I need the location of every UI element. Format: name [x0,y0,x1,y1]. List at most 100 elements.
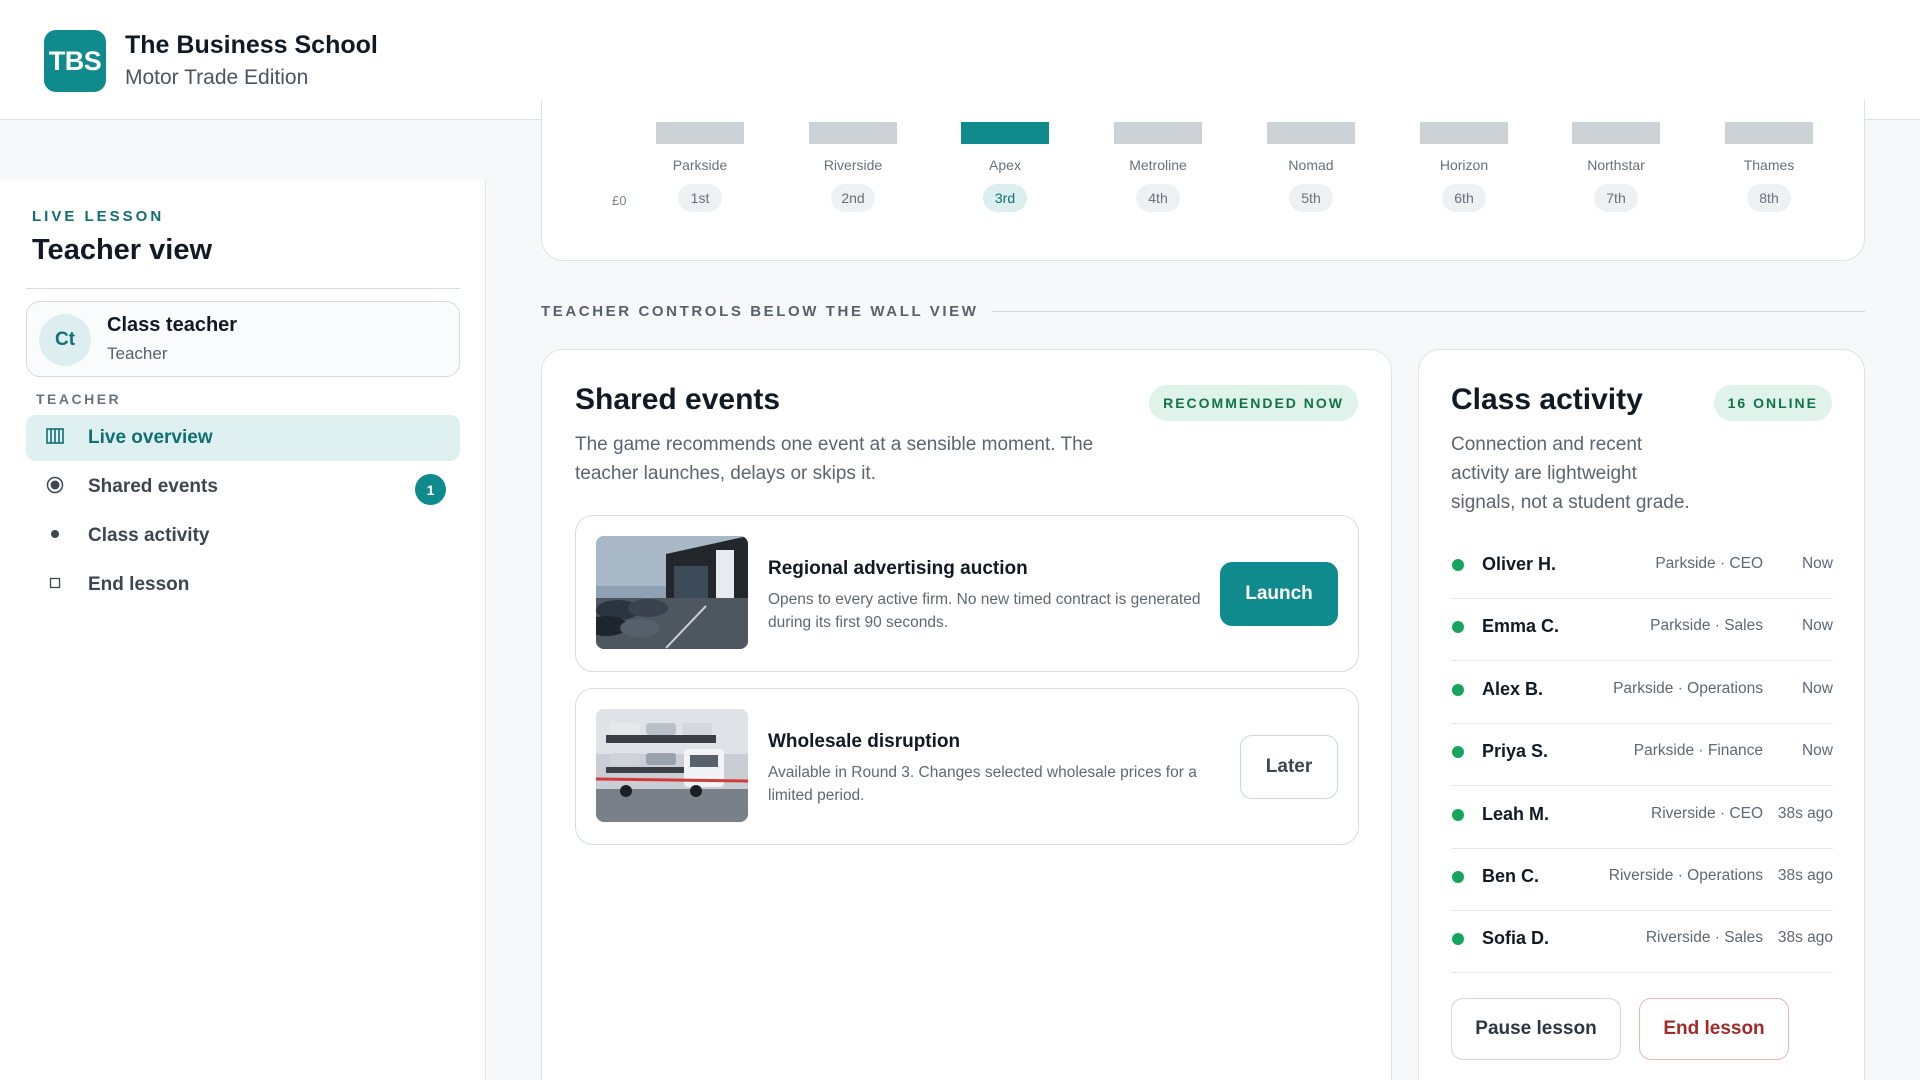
sidebar-item-label: End lesson [88,574,190,595]
rank-badge: 5th [1289,184,1333,212]
class-activity-description: Connection and recent activity are light… [1451,430,1711,517]
rank-badge: 7th [1594,184,1638,212]
class-activity-card: Class activity 16 ONLINE Connection and … [1418,349,1865,1080]
online-status-dot [1452,809,1464,821]
bar-column: Apex 3rd [961,100,1049,220]
bar-label: Nomad [1288,157,1334,173]
bar-column: Parkside 1st [656,100,744,220]
online-status-dot [1452,746,1464,758]
class-activity-title: Class activity [1451,383,1643,416]
last-active-time: 38s ago [1777,867,1833,884]
user-role: Teacher [107,344,168,363]
sidebar-item-end-lesson[interactable]: End lesson [26,562,460,608]
car-transporter-truck-photo [596,709,748,822]
activity-row: Sofia D. Riverside · Sales 38s ago [1451,911,1833,973]
sidebar-title: Teacher view [32,234,213,266]
student-team-role: Parkside · Operations [1613,680,1763,697]
bar-label: Riverside [823,157,883,173]
pause-lesson-button[interactable]: Pause lesson [1451,998,1621,1060]
y-axis-zero-label: £0 [612,193,627,208]
shared-events-description: The game recommends one event at a sensi… [575,430,1135,488]
last-active-time: Now [1801,555,1833,572]
event-title: Wholesale disruption [768,731,961,752]
bar-label: Thames [1743,157,1795,173]
chart-bar [1725,122,1813,144]
bar-label: Horizon [1439,157,1489,173]
tbs-logo: TBS [44,30,106,92]
event-item: Regional advertising auction Opens to ev… [575,515,1359,672]
square-icon [46,574,64,596]
avatar: Ct [39,314,91,366]
activity-row: Ben C. Riverside · Operations 38s ago [1451,849,1833,911]
user-card: Ct Class teacher Teacher [26,301,460,377]
user-name: Class teacher [107,314,238,336]
sidebar-section-label: TEACHER [36,391,122,407]
student-team-role: Parkside · CEO [1655,555,1763,572]
sidebar-item-label: Live overview [88,427,213,448]
rank-badge: 3rd [983,184,1027,212]
end-lesson-button[interactable]: End lesson [1639,998,1789,1060]
chart-bar [809,122,897,144]
chart-bars-icon [46,428,64,448]
sidebar-item-shared-events[interactable]: Shared events 1 [26,464,460,510]
online-status-dot [1452,684,1464,696]
rank-badge: 4th [1136,184,1180,212]
bar-label: Northstar [1587,157,1645,173]
radio-target-icon [46,476,64,498]
rank-badge: 6th [1442,184,1486,212]
bar-label: Apex [989,157,1021,173]
online-status-dot [1452,559,1464,571]
sidebar-eyebrow: LIVE LESSON [32,208,165,225]
description-line: signals, not a student grade. [1451,492,1690,513]
activity-row: Alex B. Parkside · Operations Now [1451,662,1833,724]
shared-events-title: Shared events [575,383,781,416]
sidebar-item-label: Class activity [88,525,210,546]
rank-badge: 2nd [831,184,875,212]
car-dealership-photo [596,536,748,649]
shared-events-card: Shared events RECOMMENDED NOW The game r… [541,349,1392,1080]
sidebar-item-label: Shared events [88,476,218,497]
student-team-role: Parkside · Finance [1633,742,1763,759]
count-badge: 1 [415,474,446,505]
rank-badge: 8th [1747,184,1791,212]
sidebar-item-live-overview[interactable]: Live overview [26,415,460,461]
sidebar-item-class-activity[interactable]: Class activity [26,513,460,559]
event-description: Opens to every active firm. No new timed… [768,591,1201,631]
online-count-badge: 16 ONLINE [1713,385,1832,421]
online-status-dot [1452,933,1464,945]
description-line: Connection and recent [1451,434,1643,455]
bar-column: Metroline 4th [1114,100,1202,220]
bar-column: Thames 8th [1725,100,1813,220]
event-item: Wholesale disruption Available in Round … [575,688,1359,845]
student-team-role: Riverside · Sales [1645,929,1763,946]
activity-row: Emma C. Parkside · Sales Now [1451,599,1833,661]
student-team-role: Riverside · CEO [1651,805,1763,822]
bar-label: Metroline [1129,157,1187,173]
bar-label: Parkside [672,157,728,173]
bar-column: Horizon 6th [1420,100,1508,220]
chart-bar [1420,122,1508,144]
activity-row: Leah M. Riverside · CEO 38s ago [1451,787,1833,849]
chart-bar [961,122,1049,144]
student-name: Oliver H. [1482,554,1557,574]
last-active-time: 38s ago [1777,805,1833,822]
online-status-dot [1452,871,1464,883]
event-description: Available in Round 3. Changes selected w… [768,764,1197,804]
last-active-time: 38s ago [1777,929,1833,946]
brand-title: The Business School [125,31,378,59]
description-line: activity are lightweight [1451,463,1637,484]
launch-button[interactable]: Launch [1220,562,1338,626]
sidebar-divider [26,288,460,289]
later-button[interactable]: Later [1240,735,1338,799]
student-name: Leah M. [1482,804,1550,824]
bar-column: Riverside 2nd [809,100,897,220]
rank-badge: 1st [678,184,722,212]
student-name: Sofia D. [1482,928,1550,948]
section-divider [992,311,1865,312]
leaderboard-chart: £0 Parkside 1st Riverside 2nd Apex 3rd Metroli… [541,100,1865,261]
student-team-role: Parkside · Sales [1650,617,1763,634]
student-team-role: Riverside · Operations [1608,867,1763,884]
student-name: Priya S. [1482,741,1549,761]
brand-subtitle: Motor Trade Edition [125,66,309,89]
sidebar: LIVE LESSON Teacher view Ct Class teache… [0,180,486,1080]
